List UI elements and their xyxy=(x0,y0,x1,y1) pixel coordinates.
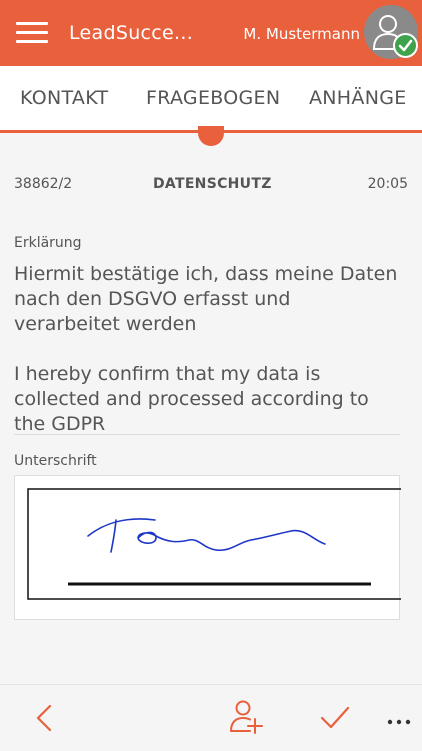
chevron-left-icon[interactable] xyxy=(30,703,58,737)
app-bar: LeadSucce... M. Mustermann xyxy=(0,0,422,66)
tab-anhaenge[interactable]: ANHÄNGE xyxy=(309,87,407,109)
tab-fragebogen[interactable]: FRAGEBOGEN xyxy=(146,87,280,109)
tab-bar: KONTAKT FRAGEBOGEN ANHÄNGE xyxy=(0,66,422,133)
checkmark-badge-icon xyxy=(393,33,418,58)
active-tab-indicator xyxy=(198,126,224,146)
declaration-text: Hiermit bestätige ich, dass meine Daten … xyxy=(14,262,399,462)
more-dots-icon[interactable] xyxy=(386,711,414,730)
user-name[interactable]: M. Mustermann xyxy=(243,25,360,43)
add-person-icon[interactable] xyxy=(226,697,266,741)
app-title: LeadSucce... xyxy=(69,22,194,44)
hamburger-menu-icon[interactable] xyxy=(16,22,48,44)
tab-kontakt[interactable]: KONTAKT xyxy=(20,87,108,109)
bottom-toolbar xyxy=(0,684,422,751)
signature-label: Unterschrift xyxy=(14,453,97,469)
divider xyxy=(14,434,400,435)
declaration-label: Erklärung xyxy=(14,235,82,251)
signature-pad[interactable] xyxy=(14,475,401,620)
signature-stroke xyxy=(87,518,326,553)
section-title: DATENSCHUTZ xyxy=(153,176,272,192)
record-time: 20:05 xyxy=(367,176,408,192)
declaration-text-en: I hereby confirm that my data is collect… xyxy=(14,363,369,435)
record-id: 38862/2 xyxy=(14,176,73,192)
checkmark-icon[interactable] xyxy=(319,703,351,737)
declaration-text-de: Hiermit bestätige ich, dass meine Daten … xyxy=(14,263,398,335)
